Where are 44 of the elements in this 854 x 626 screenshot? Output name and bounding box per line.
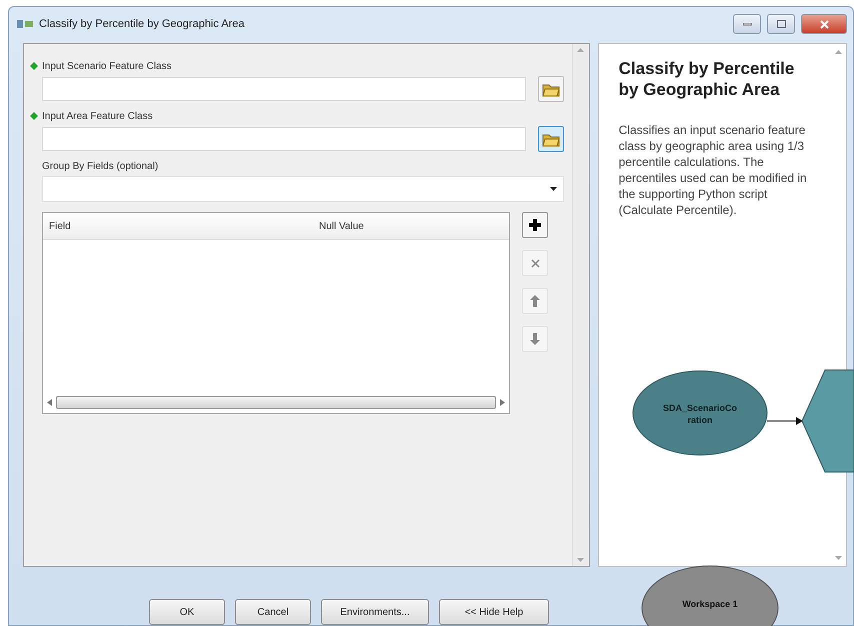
dialog-button[interactable]: << Hide Help <box>439 599 549 625</box>
add-button[interactable] <box>522 212 548 238</box>
close-icon <box>530 258 540 268</box>
parameter-label: Input Area Feature Class <box>42 110 153 122</box>
parameter-label: Input Scenario Feature Class <box>42 60 172 72</box>
scroll-right-icon[interactable] <box>500 398 505 406</box>
arrow-up-icon <box>530 295 540 307</box>
minimize-button[interactable] <box>733 14 761 34</box>
scroll-up-icon[interactable] <box>834 50 842 54</box>
vertical-scrollbar[interactable] <box>572 44 589 566</box>
column-header[interactable]: Field <box>43 213 313 239</box>
scroll-down-icon[interactable] <box>834 556 842 560</box>
remove-button[interactable] <box>522 250 548 276</box>
window-title: Classify by Percentile by Geographic Area <box>39 18 246 30</box>
input-field[interactable] <box>42 77 526 101</box>
minimize-icon <box>742 22 752 26</box>
help-title: Classify by Percentile by Geographic Area <box>618 58 796 100</box>
scroll-down-icon <box>577 558 584 562</box>
maximize-icon <box>776 20 786 28</box>
variable-node: Workspace 1 <box>642 566 778 626</box>
scrollbar-thumb[interactable] <box>56 396 496 408</box>
plus-icon <box>528 218 542 232</box>
dialog-button[interactable]: Cancel <box>235 599 311 625</box>
help-text: Classifies an input scenario feature class by geographic area using 1/3 percentile calculations. The percentiles used can be modified in the supporting Python script (Calculate Percentile). <box>618 122 808 218</box>
move-down-button[interactable] <box>522 326 548 352</box>
arrow-down-icon <box>530 333 540 345</box>
scroll-left-icon[interactable] <box>47 398 52 406</box>
connector-arrow <box>766 417 803 425</box>
dropdown-caret-icon <box>550 187 557 191</box>
parameter-label: Group By Fields (optional) <box>42 160 158 172</box>
data-node: SDA_ScenarioCo ration <box>632 370 768 456</box>
close-icon <box>820 20 828 28</box>
move-up-button[interactable] <box>522 288 548 314</box>
dropdown-field[interactable] <box>42 176 564 202</box>
dialog-button[interactable]: OK <box>149 599 225 625</box>
maximize-button[interactable] <box>767 14 795 34</box>
browse-button[interactable] <box>538 76 564 102</box>
column-header[interactable]: Null Value <box>313 213 503 239</box>
dialog-button[interactable]: Environments... <box>321 599 429 625</box>
scroll-up-icon <box>577 48 584 52</box>
tool-icon <box>17 18 33 30</box>
input-field[interactable] <box>42 127 526 151</box>
browse-button[interactable] <box>538 126 564 152</box>
close-button[interactable] <box>801 14 847 34</box>
